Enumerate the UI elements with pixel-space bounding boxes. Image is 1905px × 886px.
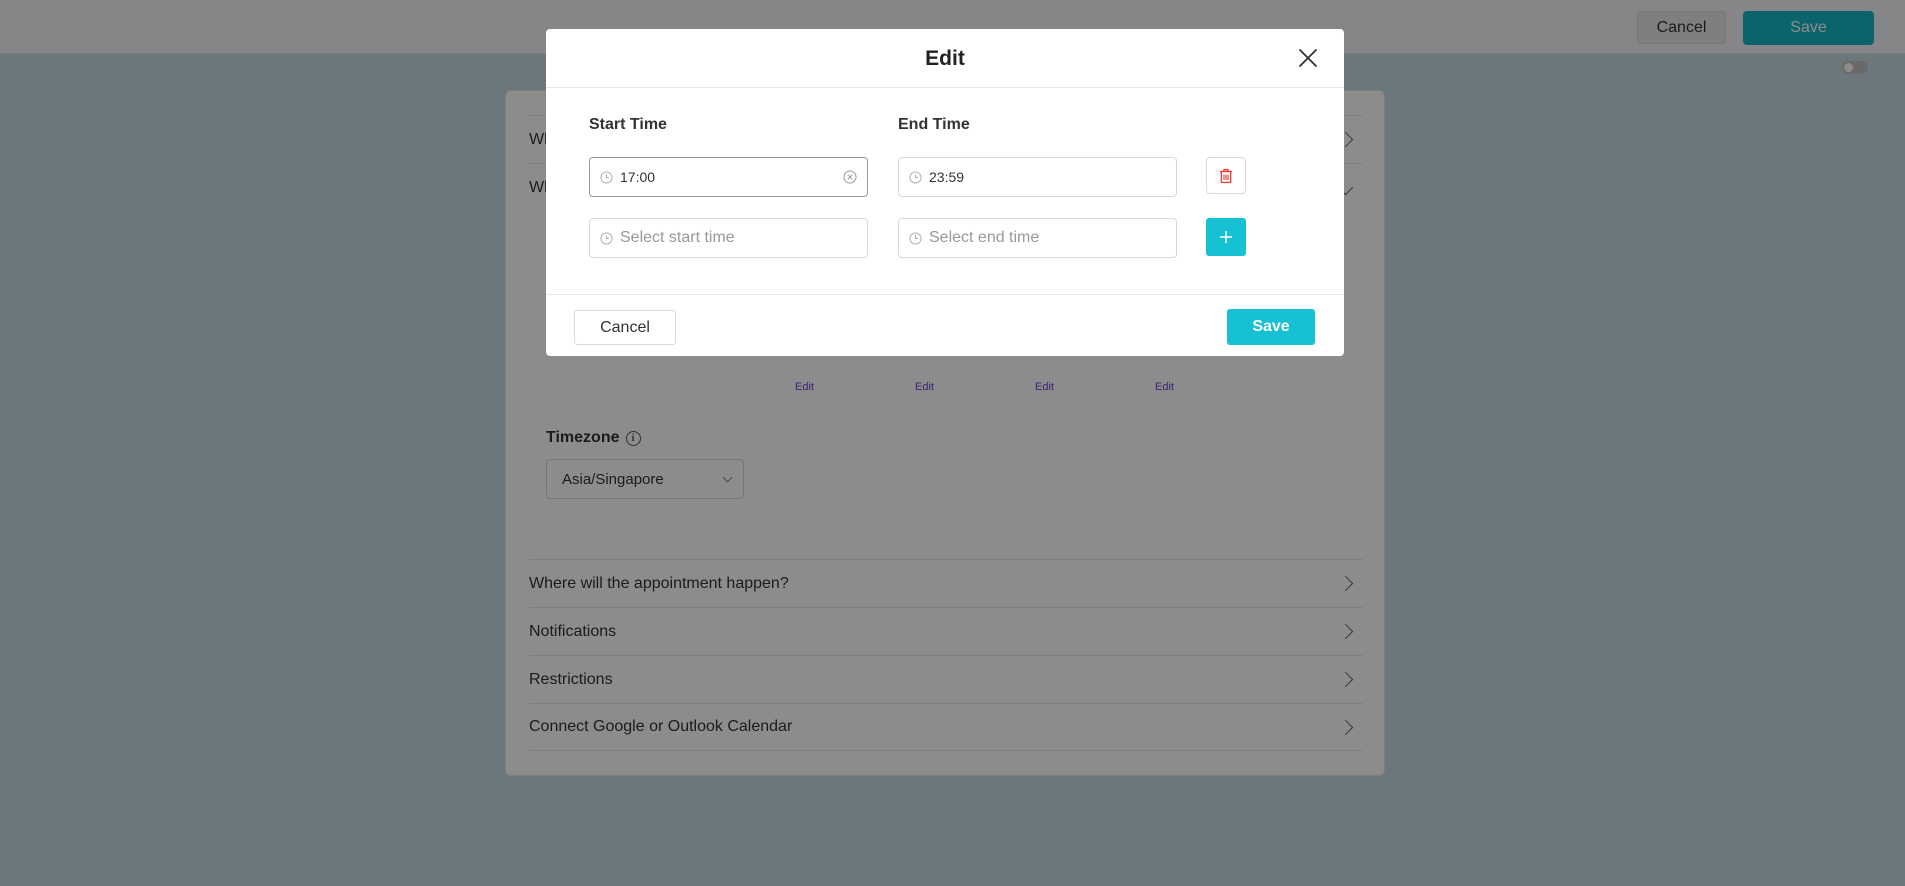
close-button[interactable] xyxy=(1296,46,1320,70)
end-time-value: 23:59 xyxy=(929,169,965,185)
clock-icon xyxy=(600,231,613,245)
clock-icon xyxy=(909,231,922,245)
start-time-placeholder: Select start time xyxy=(620,229,735,246)
end-time-input[interactable]: 23:59 xyxy=(898,157,1177,197)
modal-title: Edit xyxy=(925,46,965,70)
add-row-button[interactable] xyxy=(1206,218,1246,256)
edit-modal: Edit Start Time End Time 17:00 23:59 Sel… xyxy=(546,29,1344,356)
modal-footer: Cancel Save xyxy=(546,294,1344,356)
start-time-label: Start Time xyxy=(589,116,667,133)
trash-icon xyxy=(1220,168,1232,183)
start-time-value: 17:00 xyxy=(620,169,656,185)
clock-icon xyxy=(600,170,613,184)
end-time-label: End Time xyxy=(898,116,970,133)
clear-icon xyxy=(843,170,857,184)
close-icon xyxy=(1299,49,1317,67)
delete-row-button[interactable] xyxy=(1206,157,1246,194)
new-end-time-input[interactable]: Select end time xyxy=(898,218,1177,258)
save-button[interactable]: Save xyxy=(1227,309,1315,345)
new-start-time-input[interactable]: Select start time xyxy=(589,218,868,258)
cancel-button[interactable]: Cancel xyxy=(574,310,676,345)
start-time-input[interactable]: 17:00 xyxy=(589,157,868,197)
modal-header: Edit xyxy=(546,29,1344,88)
plus-icon xyxy=(1220,231,1232,243)
end-time-placeholder: Select end time xyxy=(929,229,1040,246)
clock-icon xyxy=(909,170,922,184)
